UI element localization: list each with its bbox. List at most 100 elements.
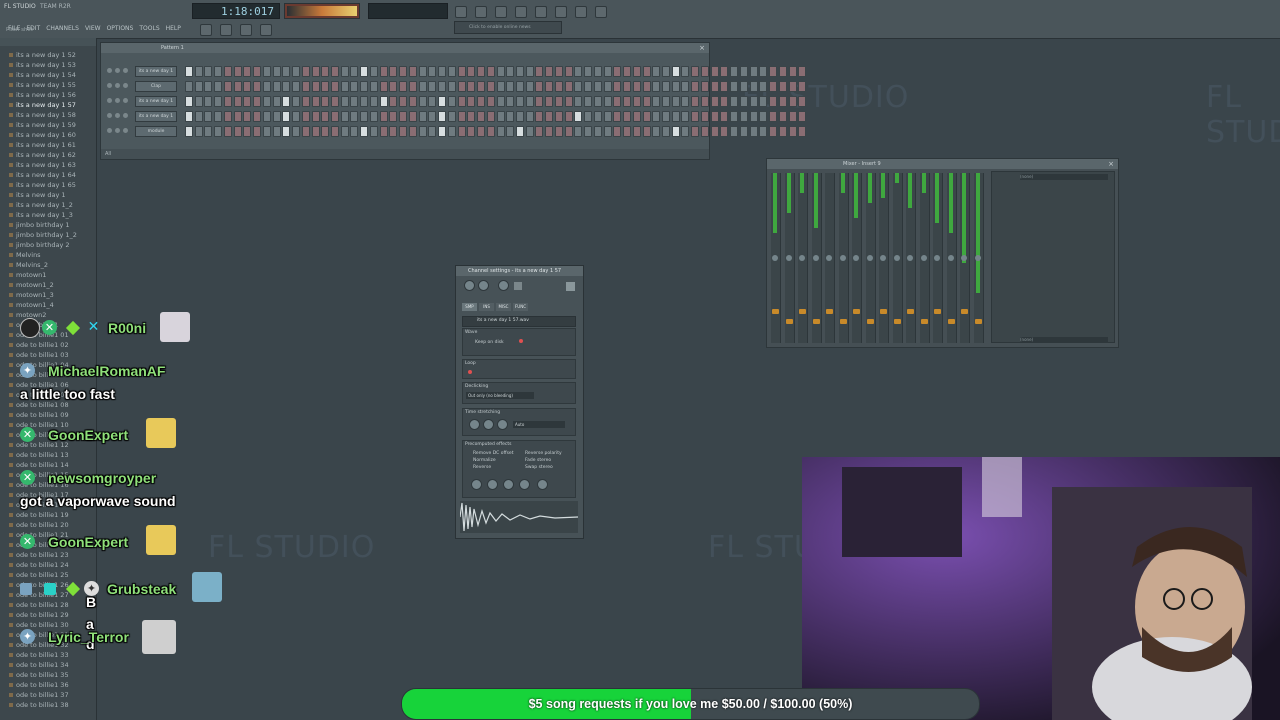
mixer-icon[interactable] bbox=[515, 6, 528, 18]
browser-item[interactable]: jimbo birthday 2 bbox=[0, 240, 96, 250]
sample-waveform[interactable] bbox=[459, 501, 579, 533]
step-button[interactable] bbox=[428, 66, 437, 77]
volume-fader[interactable] bbox=[880, 309, 887, 314]
channel-name-button[interactable]: its a new day 1 56 bbox=[135, 111, 177, 122]
pan-knob[interactable] bbox=[866, 255, 873, 261]
step-button[interactable] bbox=[214, 81, 223, 92]
step-button[interactable] bbox=[214, 66, 223, 77]
volume-fader[interactable] bbox=[799, 309, 806, 314]
step-button[interactable] bbox=[311, 111, 320, 122]
pan-knob[interactable] bbox=[115, 128, 120, 133]
online-news-banner[interactable]: Click to enable online news bbox=[454, 21, 562, 34]
tab-misc[interactable]: MISC bbox=[496, 303, 511, 311]
step-button[interactable] bbox=[652, 96, 661, 107]
browser-item[interactable]: motown1 bbox=[0, 270, 96, 280]
step-button[interactable] bbox=[759, 126, 768, 137]
step-button[interactable] bbox=[535, 96, 544, 107]
browser-item[interactable]: jimbo birthday 1 bbox=[0, 220, 96, 230]
step-button[interactable] bbox=[496, 81, 505, 92]
cpu-icon[interactable] bbox=[535, 6, 547, 18]
step-button[interactable] bbox=[369, 66, 378, 77]
tab-func[interactable]: FUNC bbox=[513, 303, 528, 311]
step-button[interactable] bbox=[496, 66, 505, 77]
fx-knob-5[interactable] bbox=[537, 479, 548, 490]
step-button[interactable] bbox=[379, 81, 388, 92]
step-button[interactable] bbox=[632, 111, 641, 122]
step-button[interactable] bbox=[331, 126, 340, 137]
volume-fader[interactable] bbox=[785, 319, 793, 324]
step-button[interactable] bbox=[603, 81, 612, 92]
browser-item[interactable]: its a new day 1 54 bbox=[0, 70, 96, 80]
browser-item[interactable]: ode to billie1 23 bbox=[0, 550, 96, 560]
step-button[interactable] bbox=[739, 81, 748, 92]
insert-output-select[interactable]: (none) bbox=[1020, 337, 1108, 343]
browser-item[interactable]: its a new day 1 57 bbox=[0, 100, 96, 110]
step-button[interactable] bbox=[661, 126, 670, 137]
pitch-stretch-knob[interactable] bbox=[469, 419, 480, 430]
step-button[interactable] bbox=[272, 66, 281, 77]
step-button[interactable] bbox=[769, 81, 778, 92]
step-button[interactable] bbox=[428, 81, 437, 92]
step-button[interactable] bbox=[438, 66, 447, 77]
mixer-track[interactable] bbox=[825, 173, 835, 343]
step-button[interactable] bbox=[418, 96, 427, 107]
step-button[interactable] bbox=[301, 96, 310, 107]
step-button[interactable] bbox=[700, 126, 709, 137]
step-button[interactable] bbox=[652, 81, 661, 92]
fx-swap-stereo[interactable]: Swap stereo bbox=[525, 465, 553, 470]
mute-led[interactable] bbox=[107, 68, 112, 73]
step-button[interactable] bbox=[389, 81, 398, 92]
step-button[interactable] bbox=[769, 66, 778, 77]
menu-tools[interactable]: TOOLS bbox=[139, 25, 159, 32]
step-button[interactable] bbox=[545, 126, 554, 137]
browser-item[interactable]: ode to billie1 02 bbox=[0, 340, 96, 350]
step-button[interactable] bbox=[788, 96, 797, 107]
browser-item[interactable]: its a new day 1 63 bbox=[0, 160, 96, 170]
step-button[interactable] bbox=[632, 96, 641, 107]
step-button[interactable] bbox=[798, 96, 807, 107]
step-button[interactable] bbox=[720, 111, 729, 122]
browser-item[interactable]: its a new day 1 52 bbox=[0, 50, 96, 60]
step-button[interactable] bbox=[593, 111, 602, 122]
step-button[interactable] bbox=[798, 111, 807, 122]
step-button[interactable] bbox=[292, 111, 301, 122]
channel-name-button[interactable]: its a new day 1 57 bbox=[135, 96, 177, 107]
step-button[interactable] bbox=[340, 66, 349, 77]
step-button[interactable] bbox=[428, 111, 437, 122]
step-button[interactable] bbox=[253, 66, 262, 77]
step-button[interactable] bbox=[292, 126, 301, 137]
step-button[interactable] bbox=[369, 126, 378, 137]
step-button[interactable] bbox=[535, 81, 544, 92]
step-button[interactable] bbox=[778, 126, 787, 137]
step-button[interactable] bbox=[700, 111, 709, 122]
step-button[interactable] bbox=[564, 81, 573, 92]
pan-knob[interactable] bbox=[934, 255, 940, 261]
step-button[interactable] bbox=[710, 111, 719, 122]
step-button[interactable] bbox=[691, 66, 700, 77]
step-button[interactable] bbox=[515, 66, 524, 77]
step-button[interactable] bbox=[661, 111, 670, 122]
volume-fader[interactable] bbox=[961, 309, 968, 314]
step-button[interactable] bbox=[418, 126, 427, 137]
step-button[interactable] bbox=[652, 126, 661, 137]
step-button[interactable] bbox=[467, 96, 476, 107]
step-button[interactable] bbox=[233, 81, 242, 92]
step-button[interactable] bbox=[584, 126, 593, 137]
step-button[interactable] bbox=[292, 66, 301, 77]
step-button[interactable] bbox=[360, 126, 369, 137]
pan-knob[interactable] bbox=[839, 255, 846, 261]
step-button[interactable] bbox=[535, 66, 544, 77]
fx-fade-stereo[interactable]: Fade stereo bbox=[525, 458, 551, 463]
step-button[interactable] bbox=[223, 66, 232, 77]
step-button[interactable] bbox=[710, 81, 719, 92]
step-button[interactable] bbox=[584, 96, 593, 107]
step-button[interactable] bbox=[545, 96, 554, 107]
step-button[interactable] bbox=[486, 81, 495, 92]
step-button[interactable] bbox=[223, 126, 232, 137]
step-button[interactable] bbox=[584, 111, 593, 122]
step-button[interactable] bbox=[360, 81, 369, 92]
step-button[interactable] bbox=[574, 111, 583, 122]
step-button[interactable] bbox=[681, 111, 690, 122]
step-button[interactable] bbox=[710, 96, 719, 107]
step-button[interactable] bbox=[438, 111, 447, 122]
